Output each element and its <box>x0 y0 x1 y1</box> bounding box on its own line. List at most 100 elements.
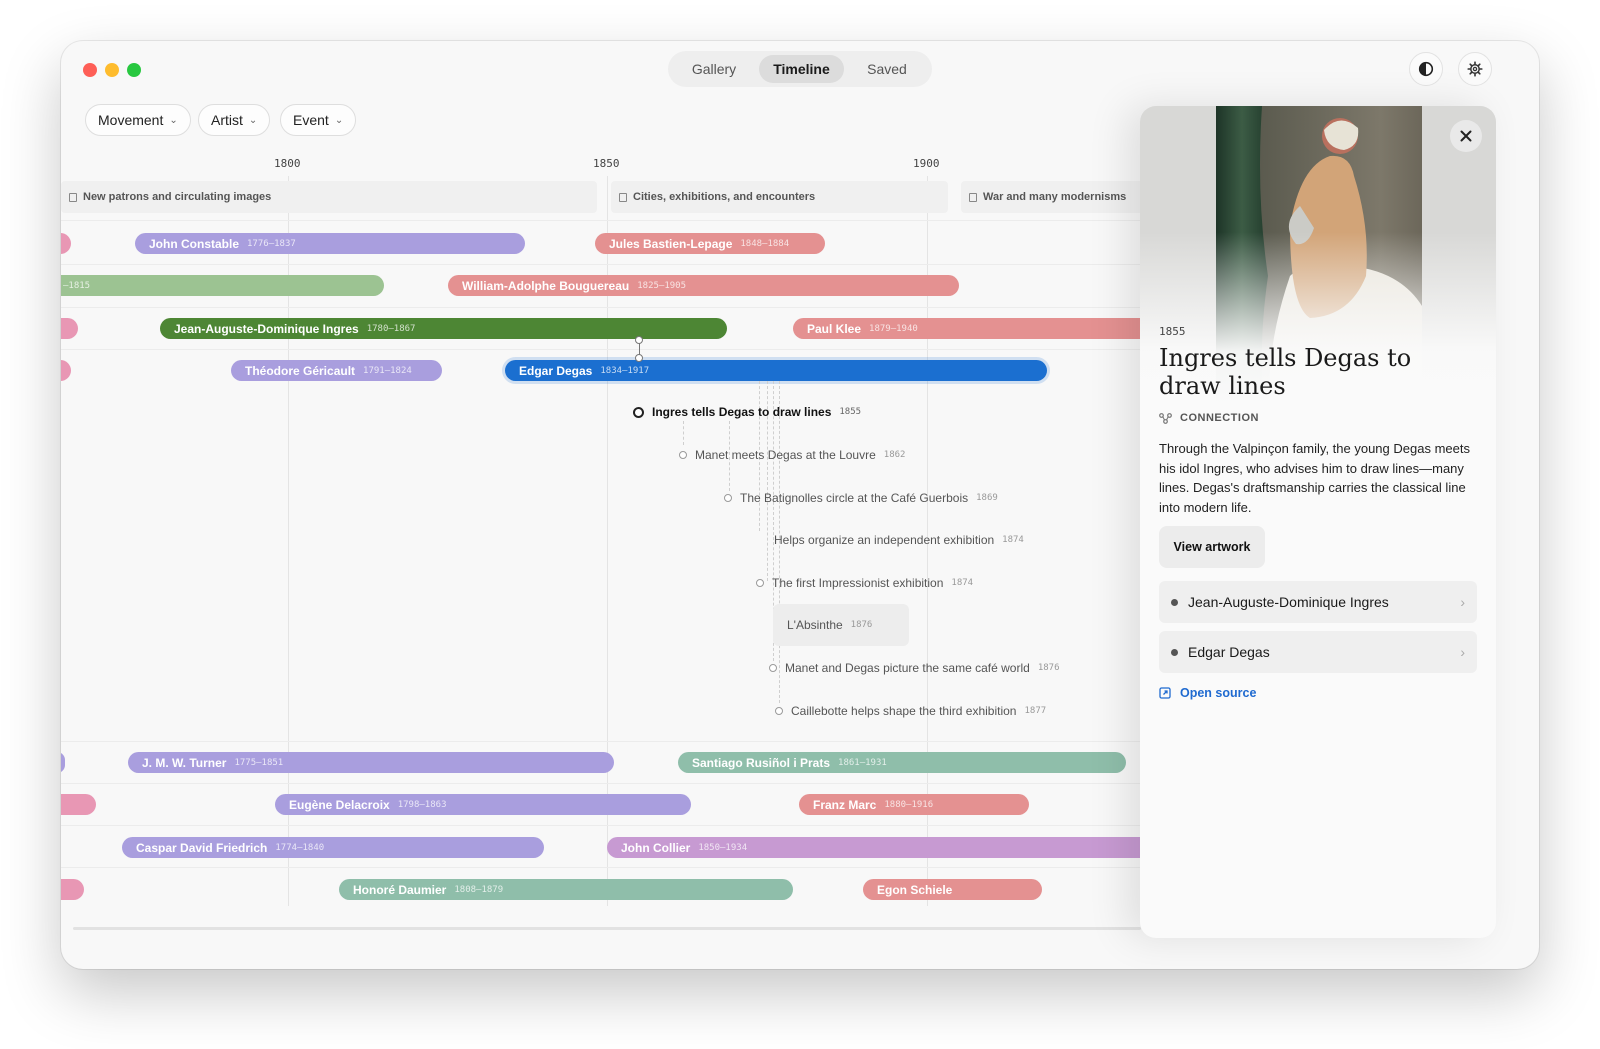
artist-bar-william-adolphe-bouguereau[interactable]: William-Adolphe Bouguereau 1825–1905 <box>448 275 959 296</box>
artist-bar-theodore-gericault[interactable]: Théodore Géricault 1791–1824 <box>231 360 442 381</box>
detail-year: 1855 <box>1159 325 1186 338</box>
chevron-right-icon: › <box>1460 594 1465 610</box>
horizontal-scrollbar[interactable] <box>73 927 1141 930</box>
artist-bar-edgar-degas[interactable]: Edgar Degas 1834–1917 <box>505 360 1047 381</box>
artist-name: John Collier <box>621 840 691 855</box>
artist-years: 1776–1837 <box>247 238 296 249</box>
artist-bar-egon-schiele[interactable]: Egon Schiele <box>863 879 1042 900</box>
connection-node-top <box>635 336 643 344</box>
row-divider <box>61 264 1151 265</box>
row-divider <box>61 867 1151 868</box>
view-artwork-button[interactable]: View artwork <box>1159 526 1265 568</box>
event-dot <box>769 664 777 672</box>
artist-bar-franz-marc[interactable]: Franz Marc 1880–1916 <box>799 794 1029 815</box>
event-year: 1862 <box>883 450 906 460</box>
year-label: 1900 <box>913 157 940 170</box>
artist-bar-offscreen[interactable] <box>61 233 71 254</box>
event-independent-exhibition[interactable]: Helps organize an independent exhibition… <box>774 533 1024 547</box>
artist-bar-santiago-rusinol[interactable]: Santiago Rusiñol i Prats 1861–1931 <box>678 752 1126 773</box>
gear-icon <box>1467 61 1483 77</box>
event-label: Caillebotte helps shape the third exhibi… <box>791 704 1017 718</box>
era-label: Cities, exhibitions, and encounters <box>633 191 816 203</box>
bullet-dot <box>1171 598 1178 606</box>
chevron-right-icon: › <box>1460 644 1465 660</box>
row-divider <box>61 307 1151 308</box>
timeline[interactable]: 1800 1850 1900 New patrons and circulati… <box>61 41 1151 969</box>
artist-bar-offscreen[interactable] <box>61 360 71 381</box>
event-ingres-tells-degas[interactable]: Ingres tells Degas to draw lines 1855 <box>633 405 861 419</box>
related-label: Jean-Auguste-Dominique Ingres <box>1188 594 1389 610</box>
event-first-impressionist-exhibition[interactable]: The first Impressionist exhibition 1874 <box>756 576 973 590</box>
artist-name: Edgar Degas <box>519 363 593 378</box>
artwork-title: L'Absinthe <box>787 618 843 632</box>
event-caillebotte-third-exhibition[interactable]: Caillebotte helps shape the third exhibi… <box>775 704 1046 718</box>
artist-bar-jmw-turner[interactable]: J. M. W. Turner 1775–1851 <box>128 752 614 773</box>
detail-description: Through the Valpinçon family, the young … <box>1159 441 1470 515</box>
artist-years: 1834–1917 <box>600 365 650 376</box>
artist-years: 1775–1851 <box>234 757 284 768</box>
artist-bar-john-constable[interactable]: John Constable 1776–1837 <box>135 233 525 254</box>
event-label: The first Impressionist exhibition <box>772 576 944 590</box>
event-manet-degas-cafe[interactable]: Manet and Degas picture the same café wo… <box>769 661 1060 675</box>
artist-bar-offscreen[interactable] <box>61 752 65 773</box>
era-band[interactable]: New patrons and circulating images <box>61 181 597 213</box>
related-item-ingres[interactable]: Jean-Auguste-Dominique Ingres › <box>1159 581 1477 623</box>
era-label: New patrons and circulating images <box>83 191 272 203</box>
artist-bar-offscreen[interactable] <box>61 879 84 900</box>
era-icon <box>69 192 77 202</box>
artist-name: William-Adolphe Bouguereau <box>462 278 630 293</box>
artist-name: Franz Marc <box>813 797 877 812</box>
detail-type: CONNECTION <box>1159 412 1259 424</box>
artist-bar-jean-auguste-dominique-ingres[interactable]: Jean-Auguste-Dominique Ingres 1780–1867 <box>160 318 727 339</box>
event-manet-meets-degas[interactable]: Manet meets Degas at the Louvre 1862 <box>679 448 905 462</box>
artist-bar-paul-klee[interactable]: Paul Klee 1879–1940 <box>793 318 1151 339</box>
event-year: 1874 <box>951 578 974 588</box>
related-label: Edgar Degas <box>1188 644 1270 660</box>
close-panel-button[interactable] <box>1450 120 1482 152</box>
artist-bar-caspar-david-friedrich[interactable]: Caspar David Friedrich 1774–1840 <box>122 837 544 858</box>
detail-title: Ingres tells Degas to draw lines <box>1159 344 1412 400</box>
row-divider <box>61 741 1151 742</box>
external-link-icon <box>1159 687 1171 699</box>
artist-name: Eugène Delacroix <box>289 797 390 812</box>
event-year: 1877 <box>1024 706 1047 716</box>
era-label: War and many modernisms <box>983 191 1127 203</box>
era-band[interactable]: War and many modernisms <box>961 181 1151 213</box>
event-dot <box>679 451 687 459</box>
artist-name: Jean-Auguste-Dominique Ingres <box>174 321 359 336</box>
era-band[interactable]: Cities, exhibitions, and encounters <box>611 181 948 213</box>
event-batignolles-circle[interactable]: The Batignolles circle at the Café Guerb… <box>724 491 998 505</box>
artist-bar-offscreen[interactable] <box>61 794 96 815</box>
artist-years: 1879–1940 <box>869 323 918 334</box>
detail-panel: 1855 Ingres tells Degas to draw lines CO… <box>1140 106 1496 938</box>
row-divider <box>61 825 1151 826</box>
artist-bar-jules-bastien-lepage[interactable]: Jules Bastien-Lepage 1848–1884 <box>595 233 825 254</box>
artist-name: Honoré Daumier <box>353 882 447 897</box>
artist-years: 1848–1884 <box>740 238 790 249</box>
artist-bar-honore-daumier[interactable]: Honoré Daumier 1808–1879 <box>339 879 793 900</box>
event-label: The Batignolles circle at the Café Guerb… <box>740 491 969 505</box>
artist-years: 1791–1824 <box>363 365 412 376</box>
artist-bar-john-collier[interactable]: John Collier 1850–1934 <box>607 837 1151 858</box>
event-year: 1874 <box>1002 535 1024 545</box>
settings-button[interactable] <box>1458 52 1492 86</box>
artist-years: 1825–1905 <box>637 280 687 291</box>
artist-years: 1798–1863 <box>397 799 447 810</box>
open-source-link[interactable]: Open source <box>1159 686 1256 700</box>
event-label: Manet meets Degas at the Louvre <box>695 448 876 462</box>
artist-name: Jules Bastien-Lepage <box>609 236 733 251</box>
event-year: 1869 <box>976 493 998 503</box>
artist-bar-offscreen-green[interactable]: –1815 <box>61 275 384 296</box>
artist-bar-eugene-delacroix[interactable]: Eugène Delacroix 1798–1863 <box>275 794 691 815</box>
artist-name: Paul Klee <box>807 321 862 336</box>
theme-toggle-button[interactable] <box>1409 52 1443 86</box>
close-icon <box>1460 130 1472 142</box>
related-item-degas[interactable]: Edgar Degas › <box>1159 631 1477 673</box>
event-label: Helps organize an independent exhibition <box>774 533 995 547</box>
row-divider <box>61 783 1151 784</box>
connection-icon <box>1159 412 1172 424</box>
artist-bar-offscreen[interactable] <box>61 318 78 339</box>
artist-name: Egon Schiele <box>877 882 953 897</box>
year-label: 1800 <box>274 157 301 170</box>
artwork-labsinthe[interactable]: L'Absinthe 1876 <box>773 604 909 646</box>
